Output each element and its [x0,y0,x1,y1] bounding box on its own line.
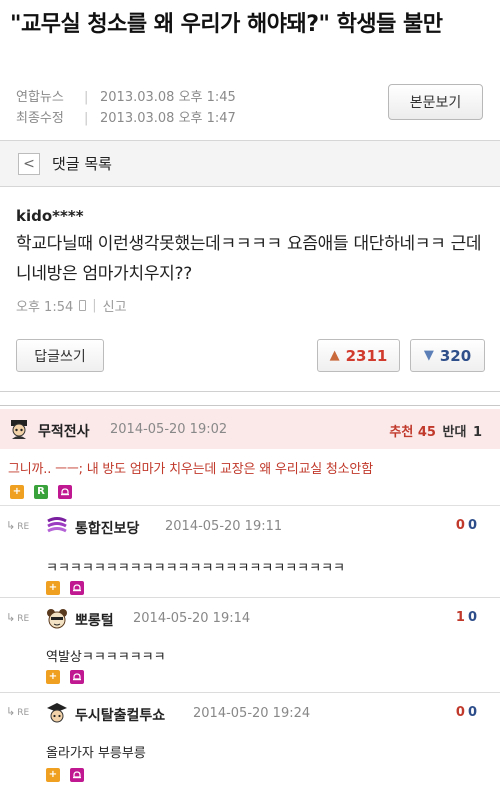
reply-actions: + [46,768,84,782]
like-button[interactable]: ▲ 2311 [317,339,400,372]
comment-username[interactable]: kido**** [16,207,84,225]
bell-icon[interactable] [58,485,72,499]
dislike-count: 320 [439,346,472,365]
reply-nickname[interactable]: 뽀롱털 [75,610,114,630]
modified-label: 최종수정 [16,111,64,126]
board-comments: 무적전사 2014-05-20 19:02 추천 45 반대 1 그니까.. ㅡ… [0,406,500,800]
reply-time: 2014-05-20 19:14 [133,611,251,626]
meta-separator: | [84,90,89,105]
bell-icon[interactable] [70,670,84,684]
like-count: 2311 [345,346,388,365]
best-comment-header: 무적전사 2014-05-20 19:02 추천 45 반대 1 [0,409,500,449]
plus-icon[interactable]: + [10,485,24,499]
reply-text: 역발상ㅋㅋㅋㅋㅋㅋㅋ [46,650,166,665]
article-meta: 연합뉴스 | 2013.03.08 오후 1:45 최종수정 | 2013.03… [16,87,236,129]
reply-down-count: 0 [467,705,480,720]
section-divider [0,392,500,406]
r-badge-icon[interactable]: R [34,485,48,499]
reply-actions: + [46,670,84,684]
reply-marker: ↳ RE [6,519,30,532]
best-comment: 무적전사 2014-05-20 19:02 추천 45 반대 1 그니까.. ㅡ… [0,406,500,506]
oppose-count: 1 [472,425,482,440]
comment-meta: 오후 1:54 | 신고 [16,296,127,315]
recommend-counts: 추천 45 반대 1 [389,421,482,440]
write-reply-button[interactable]: 답글쓰기 [16,339,104,372]
reply-score: 00 [456,518,480,533]
bell-icon[interactable] [70,768,84,782]
reply-comment: ↳ RE 두시탈출컬투쇼 2014-05-20 19:24 00 올라가자 부릉부… [0,693,500,800]
dislike-button[interactable]: ▼ 320 [410,339,485,372]
avatar [46,515,68,537]
best-comment-nickname[interactable]: 무적전사 [38,421,90,441]
thumbs-down-icon: ▼ [423,348,434,363]
reply-comment: ↳ RE 통합진보당 2014-05-20 19:11 00 ㅋㅋㅋㅋㅋㅋㅋㅋㅋㅋ… [0,506,500,598]
reply-marker: ↳ RE [6,611,30,624]
view-original-button[interactable]: 본문보기 [388,84,483,120]
best-comment-time: 2014-05-20 19:02 [110,422,228,437]
reply-up-count: 0 [455,518,468,533]
reply-up-count: 1 [455,610,468,625]
reply-marker: ↳ RE [6,705,30,718]
plus-icon[interactable]: + [46,670,60,684]
plus-icon[interactable]: + [46,768,60,782]
article-header: "교무실 청소를 왜 우리가 해야돼?" 학생들 불만 연합뉴스 | 2013.… [0,0,500,136]
oppose-label: 반대 [442,425,467,440]
reply-score: 10 [456,610,480,625]
best-comment-actions: + R [10,485,72,499]
reply-nickname[interactable]: 두시탈출컬투쇼 [75,705,165,725]
reply-down-count: 0 [467,518,480,533]
published-date: 2013.03.08 오후 1:45 [100,90,236,105]
avatar [46,702,68,724]
comment-time: 오후 1:54 [16,300,74,315]
reply-down-count: 0 [467,610,480,625]
reply-nickname[interactable]: 통합진보당 [75,518,139,538]
reply-up-count: 0 [455,705,468,720]
comments-list-title: 댓글 목록 [52,155,112,173]
reply-time: 2014-05-20 19:24 [193,706,311,721]
comment-text: 학교다닐때 이런생각못했는데ㅋㅋㅋㅋ 요즘애들 대단하네ㅋㅋ 근데 니네방은 엄… [16,234,482,284]
meta-separator: | [84,111,89,126]
reply-text: 올라가자 부릉부릉 [46,746,146,761]
back-button[interactable]: < [18,152,40,175]
article-title: "교무실 청소를 왜 우리가 해야돼?" 학생들 불만 [10,12,443,37]
reply-actions: + [46,581,84,595]
modified-date: 2013.03.08 오후 1:47 [100,111,236,126]
mobile-icon [79,300,87,311]
avatar [46,607,68,629]
reply-comment: ↳ RE 뽀롱털 2014-05-20 19:14 10 역발상ㅋㅋㅋㅋㅋㅋㅋ + [0,598,500,693]
reply-text: ㅋㅋㅋㅋㅋㅋㅋㅋㅋㅋㅋㅋㅋㅋㅋㅋㅋㅋㅋㅋㅋㅋㅋㅋㅋ [46,561,346,576]
best-comment-text: 그니까.. ㅡㅡ; 내 방도 엄마가 치우는데 교장은 왜 우리교실 청소안함 [8,462,373,477]
chevron-left-icon: < [23,155,35,172]
bell-icon[interactable] [70,581,84,595]
avatar [8,418,30,440]
reply-score: 00 [456,705,480,720]
recommend-label: 추천 [389,425,414,440]
comments-header-bar: < 댓글 목록 [0,140,500,187]
report-link[interactable]: 신고 [103,296,127,315]
thumbs-up-icon: ▲ [329,348,340,363]
reply-time: 2014-05-20 19:11 [165,519,283,534]
plus-icon[interactable]: + [46,581,60,595]
source-label: 연합뉴스 [16,90,64,105]
recommend-count: 45 [417,425,436,440]
comment-item: kido**** 학교다닐때 이런생각못했는데ㅋㅋㅋㅋ 요즘애들 대단하네ㅋㅋ … [0,187,500,392]
